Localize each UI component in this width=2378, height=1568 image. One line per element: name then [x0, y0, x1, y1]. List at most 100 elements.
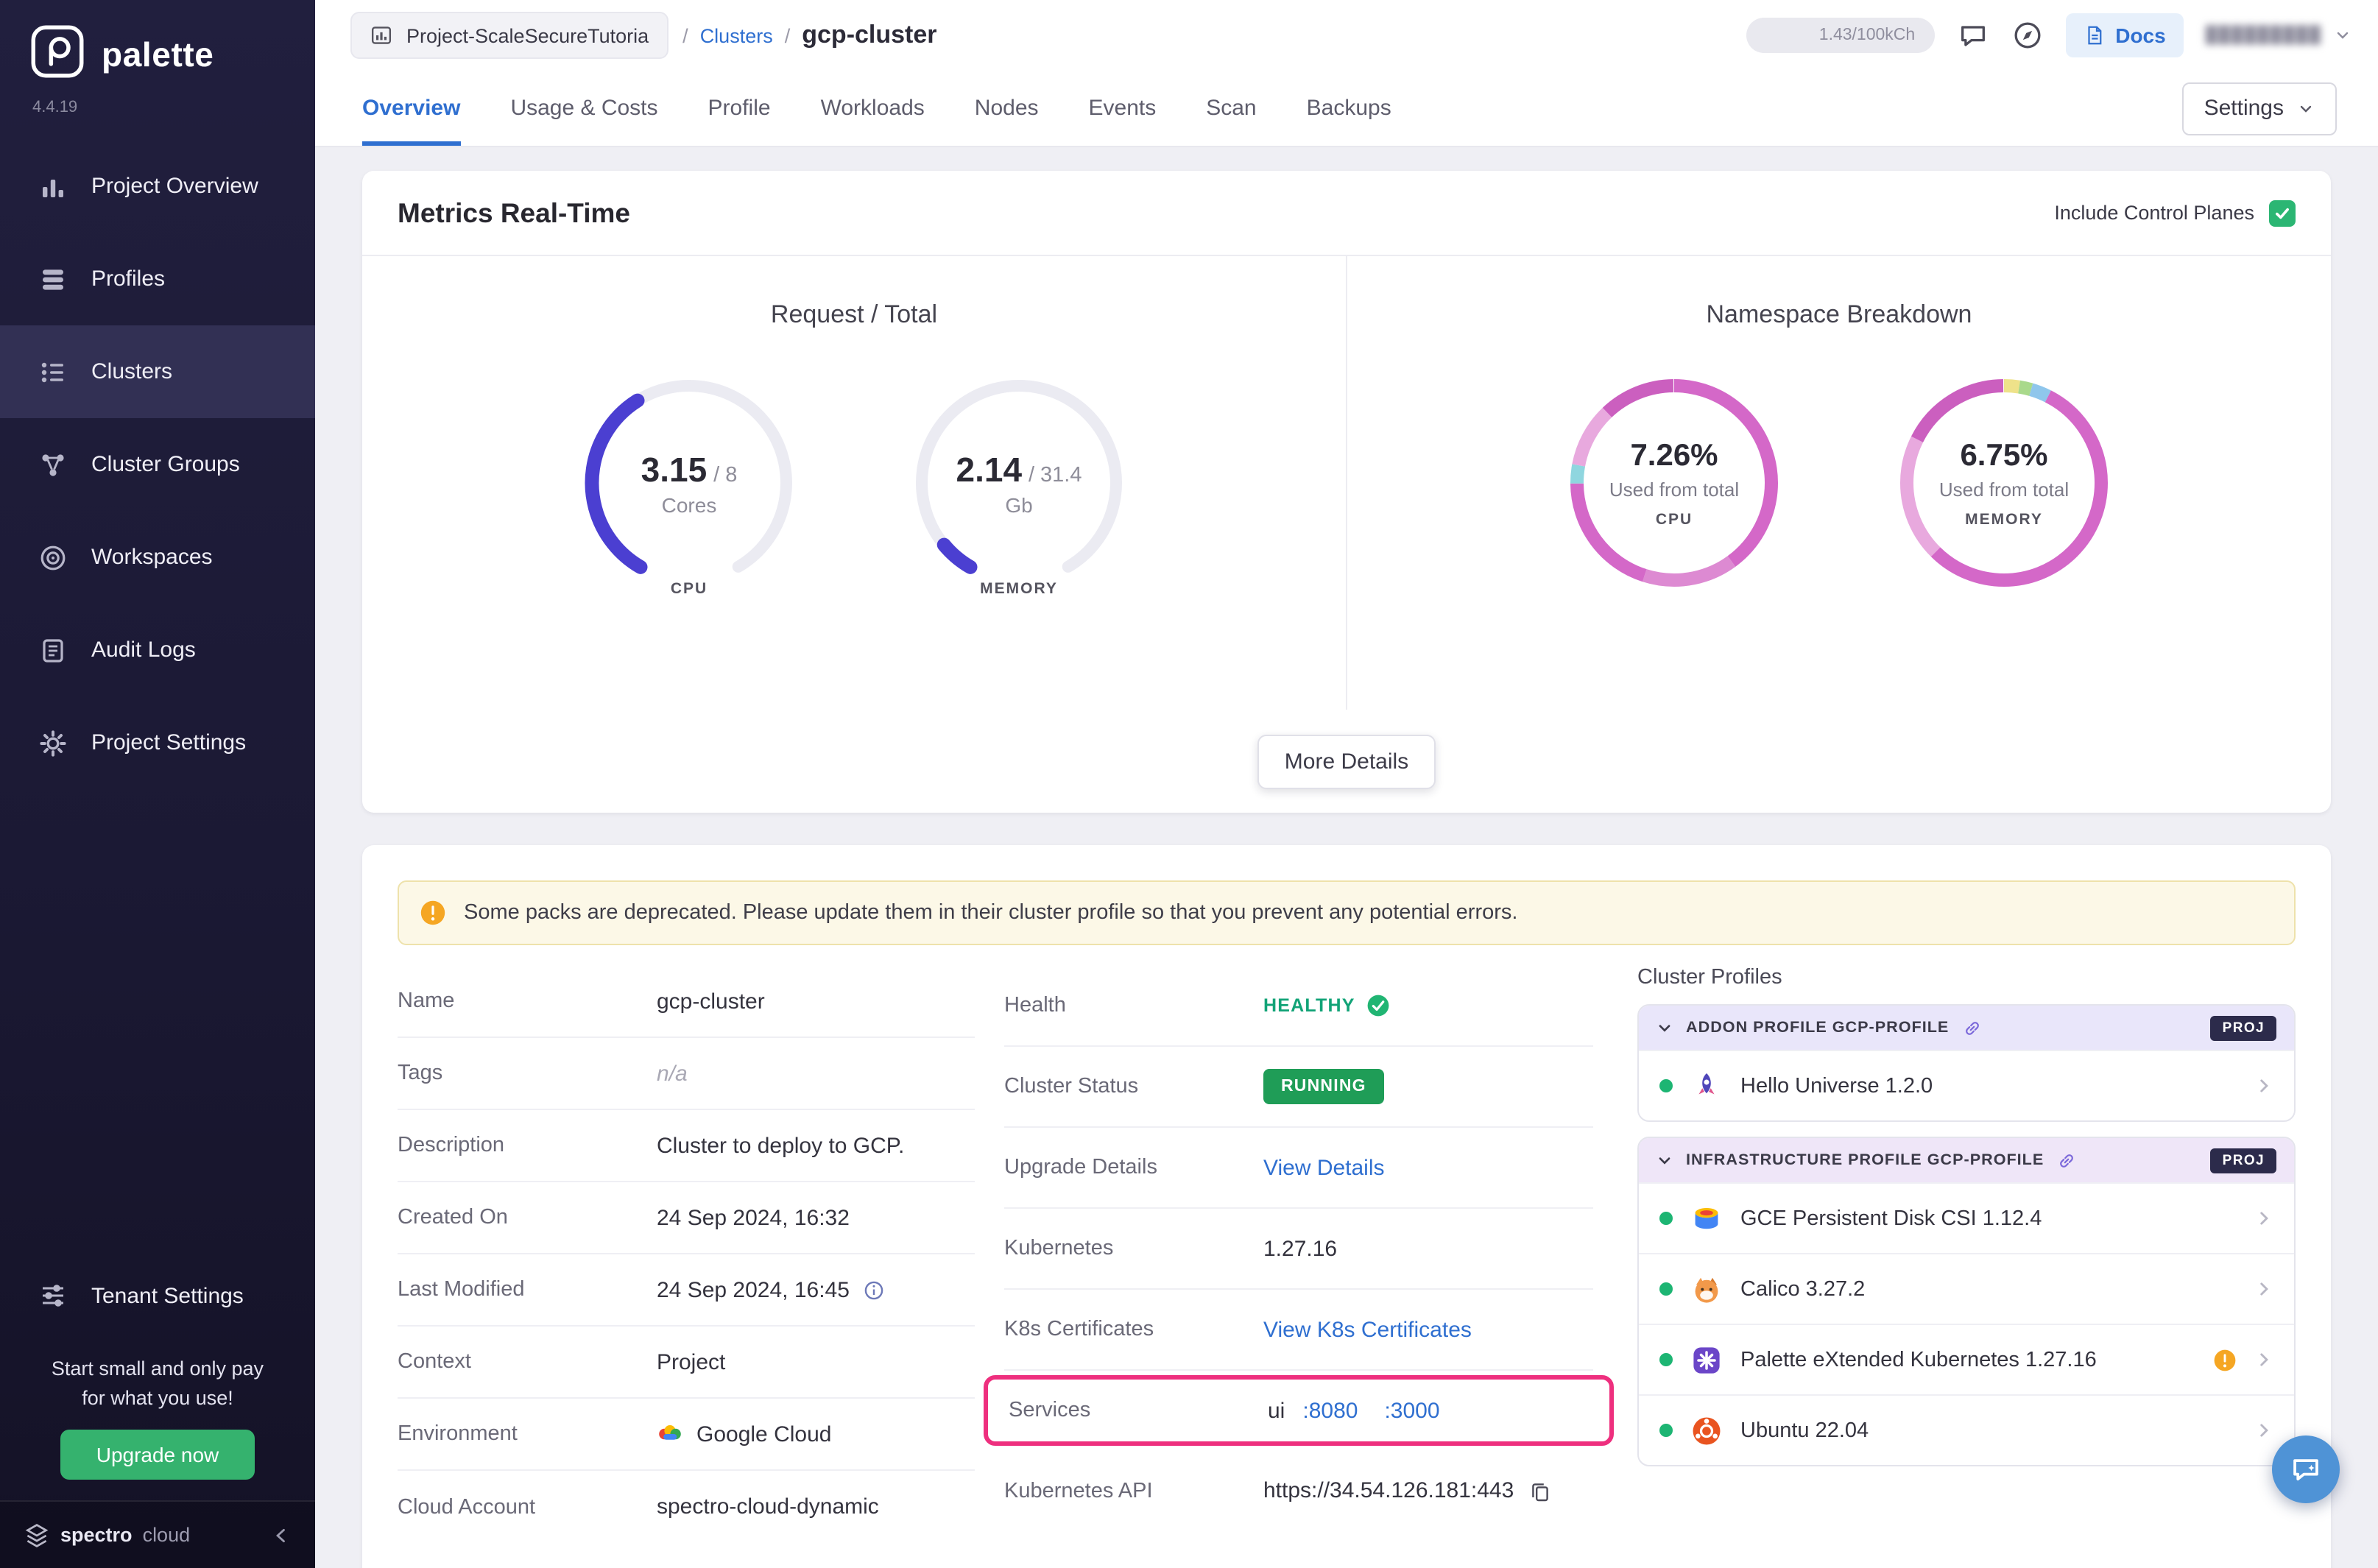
sidebar-item-profiles[interactable]: Profiles: [0, 233, 315, 325]
upgrade-promo: Start small and only pay for what you us…: [0, 1342, 315, 1500]
pack-row-gce-disk[interactable]: GCE Persistent Disk CSI 1.12.4: [1639, 1182, 2294, 1253]
sidebar-spacer: [0, 789, 315, 1249]
target-icon: [38, 543, 68, 572]
include-control-planes-checkbox[interactable]: [2269, 199, 2296, 226]
app-window: palette 4.4.19 Project Overview Profiles…: [0, 0, 2378, 1568]
cluster-profiles-title: Cluster Profiles: [1637, 966, 2296, 989]
tab-backups[interactable]: Backups: [1307, 71, 1391, 146]
chat-fab-button[interactable]: [2272, 1435, 2340, 1503]
main-area: Project-ScaleSecureTutoria / Clusters / …: [315, 0, 2378, 1568]
info-value: spectro-cloud-dynamic: [657, 1494, 879, 1519]
info-value: gcp-cluster: [657, 989, 765, 1014]
spectro-cloud-logo-icon: [24, 1522, 50, 1548]
sidebar-item-label: Audit Logs: [91, 638, 196, 663]
upgrade-now-button[interactable]: Upgrade now: [61, 1430, 255, 1480]
status-label: Health: [1004, 994, 1263, 1017]
tab-usage-costs[interactable]: Usage & Costs: [510, 71, 657, 146]
user-menu[interactable]: █████████: [2206, 27, 2351, 44]
pack-row-palette-extended-kubernetes[interactable]: Palette eXtended Kubernetes 1.27.16: [1639, 1324, 2294, 1394]
pxk-icon: [1690, 1343, 1723, 1376]
top-bar: Project-ScaleSecureTutoria / Clusters / …: [315, 0, 2378, 71]
memory-gauge: 2.14 / 31.4 Gb MEMORY: [901, 365, 1137, 601]
cluster-details-card: Some packs are deprecated. Please update…: [362, 845, 2331, 1568]
pack-name: Palette eXtended Kubernetes 1.27.16: [1740, 1348, 2195, 1371]
tab-profile[interactable]: Profile: [708, 71, 771, 146]
info-label: Name: [398, 989, 657, 1013]
include-control-planes: Include Control Planes: [2054, 199, 2296, 226]
breadcrumb: / Clusters / gcp-cluster: [682, 21, 936, 50]
info-value: 24 Sep 2024, 16:45: [657, 1277, 850, 1302]
info-value: 24 Sep 2024, 16:32: [657, 1205, 850, 1230]
deprecated-packs-text: Some packs are deprecated. Please update…: [464, 901, 1517, 925]
tab-scan[interactable]: Scan: [1206, 71, 1256, 146]
status-label: Upgrade Details: [1004, 1156, 1263, 1179]
info-icon[interactable]: [863, 1279, 885, 1301]
namespace-memory-percent: 6.75%: [1960, 438, 2047, 473]
support-compass-icon[interactable]: [2011, 19, 2043, 52]
info-label: Context: [398, 1350, 657, 1374]
namespace-cpu-donut: 7.26% Used from total CPU: [1556, 365, 1792, 601]
layers-icon: [38, 264, 68, 294]
copy-icon[interactable]: [1528, 1479, 1552, 1502]
namespace-breakdown-panel: Namespace Breakdown 7.26% Used from tota…: [1347, 256, 2331, 710]
infrastructure-profile-header[interactable]: INFRASTRUCTURE PROFILE GCP-PROFILE PROJ: [1639, 1138, 2294, 1182]
metrics-title: Metrics Real-Time: [398, 197, 630, 229]
memory-unit: Gb: [1005, 492, 1032, 516]
page-title-cluster-name: gcp-cluster: [802, 21, 936, 50]
info-label: Tags: [398, 1062, 657, 1085]
sidebar-item-cluster-groups[interactable]: Cluster Groups: [0, 418, 315, 511]
collapse-sidebar-icon[interactable]: [271, 1525, 292, 1545]
pack-row-hello-universe[interactable]: Hello Universe 1.2.0: [1639, 1050, 2294, 1120]
sidebar-item-audit-logs[interactable]: Audit Logs: [0, 604, 315, 696]
status-row-health: Health HEALTHY: [1004, 966, 1593, 1047]
service-port-8080-link[interactable]: :8080: [1302, 1398, 1358, 1423]
sidebar-item-tenant-settings[interactable]: Tenant Settings: [0, 1249, 315, 1342]
chat-bubble-icon[interactable]: [1956, 19, 1989, 52]
proj-scope-badge: PROJ: [2211, 1148, 2276, 1173]
status-row-upgrade-details: Upgrade Details View Details: [1004, 1128, 1593, 1209]
more-details-row: More Details: [362, 710, 2331, 813]
app-version: 4.4.19: [0, 90, 315, 140]
namespace-cpu-label: CPU: [1656, 510, 1693, 528]
tab-events[interactable]: Events: [1089, 71, 1157, 146]
docs-label: Docs: [2115, 24, 2165, 47]
info-row-environment: Environment Google Cloud: [398, 1399, 975, 1471]
sidebar-item-clusters[interactable]: Clusters: [0, 325, 315, 418]
breadcrumb-clusters-link[interactable]: Clusters: [700, 24, 773, 46]
view-details-link[interactable]: View Details: [1263, 1155, 1385, 1180]
addon-profile-header[interactable]: ADDON PROFILE GCP-PROFILE PROJ: [1639, 1006, 2294, 1050]
palette-logo-icon: [29, 24, 85, 87]
kubernetes-version: 1.27.16: [1263, 1236, 1337, 1261]
project-selector-label: Project-ScaleSecureTutoria: [406, 24, 649, 46]
docs-button[interactable]: Docs: [2065, 13, 2183, 57]
project-selector[interactable]: Project-ScaleSecureTutoria: [350, 12, 668, 59]
chevron-right-icon: [2254, 1421, 2273, 1440]
tab-workloads[interactable]: Workloads: [821, 71, 925, 146]
tab-nodes[interactable]: Nodes: [975, 71, 1039, 146]
cpu-total: / 8: [713, 463, 737, 487]
services-highlight-box: Services ui :8080 :3000: [984, 1375, 1614, 1446]
cluster-list-icon: [38, 357, 68, 386]
sidebar-item-project-overview[interactable]: Project Overview: [0, 140, 315, 233]
sidebar: palette 4.4.19 Project Overview Profiles…: [0, 0, 315, 1568]
pack-row-ubuntu[interactable]: Ubuntu 22.04: [1639, 1394, 2294, 1465]
status-label: Kubernetes API: [1004, 1479, 1263, 1502]
info-value: Project: [657, 1349, 725, 1374]
link-icon: [2057, 1151, 2076, 1170]
proj-scope-badge: PROJ: [2211, 1015, 2276, 1040]
ubuntu-icon: [1690, 1414, 1723, 1447]
usage-credit-pill: 1.43/100kCh: [1746, 18, 1934, 53]
info-value: Cluster to deploy to GCP.: [657, 1133, 904, 1158]
service-port-3000-link[interactable]: :3000: [1384, 1398, 1439, 1423]
settings-button[interactable]: Settings: [2182, 82, 2337, 135]
include-control-planes-label: Include Control Planes: [2054, 202, 2254, 224]
tab-overview[interactable]: Overview: [362, 71, 460, 146]
pack-row-calico[interactable]: Calico 3.27.2: [1639, 1253, 2294, 1324]
deprecated-packs-banner: Some packs are deprecated. Please update…: [398, 880, 2296, 945]
sidebar-item-project-settings[interactable]: Project Settings: [0, 696, 315, 789]
view-k8s-certificates-link[interactable]: View K8s Certificates: [1263, 1317, 1472, 1342]
link-icon: [1962, 1018, 1981, 1037]
sidebar-item-workspaces[interactable]: Workspaces: [0, 511, 315, 604]
warning-icon: [420, 900, 446, 926]
more-details-button[interactable]: More Details: [1258, 734, 1435, 788]
